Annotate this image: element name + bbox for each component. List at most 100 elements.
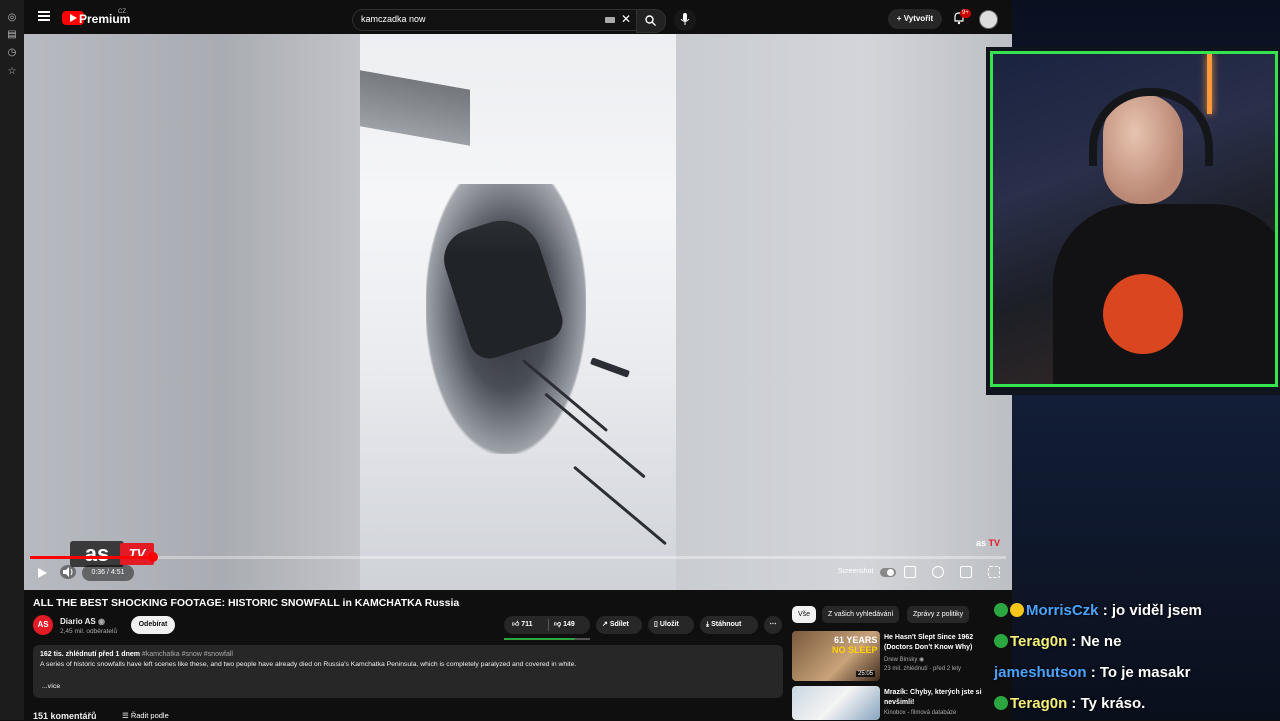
- like-dislike-group: 👍︎ 711 👎︎ 149: [504, 616, 590, 634]
- chat-text: : Ty kráso.: [1067, 695, 1146, 712]
- headset-icon: [1089, 88, 1213, 166]
- chat-text: : To je masakr: [1086, 664, 1191, 681]
- keyboard-icon[interactable]: [605, 17, 615, 23]
- save-button[interactable]: ▯ Uložit: [648, 616, 694, 634]
- download-label: Stáhnout: [711, 621, 742, 628]
- like-button[interactable]: 👍︎ 711: [512, 616, 533, 634]
- notification-count-badge: 9+: [960, 9, 971, 18]
- recommended-thumbnail[interactable]: [792, 686, 880, 720]
- channel-avatar[interactable]: AS: [33, 615, 53, 635]
- video-duration: 25:05: [856, 671, 876, 677]
- settings-gear-icon[interactable]: [932, 566, 944, 578]
- like-count: 711: [521, 621, 533, 628]
- chat-message: Terag0n : Ty kráso.: [994, 695, 1145, 712]
- search-value: kamczadka now: [361, 14, 426, 24]
- mic-icon: [680, 13, 690, 25]
- video-player[interactable]: as TV as TV 0:36 / 4:51 Screenshot: [24, 34, 1012, 590]
- chat-badge-icon: [994, 603, 1008, 617]
- more-actions-button[interactable]: ⋯: [764, 616, 782, 634]
- as-tv-watermark: as TV: [976, 538, 1000, 548]
- chat-message: jameshutson : To je masakr: [994, 664, 1190, 681]
- video-frame: [360, 34, 676, 590]
- create-button[interactable]: + Vytvořit: [888, 9, 942, 29]
- chip-from-searches[interactable]: Z vašich vyhledávání: [822, 606, 900, 623]
- account-avatar[interactable]: [979, 10, 998, 29]
- recommended-title[interactable]: He Hasn't Slept Since 1962 (Doctors Don'…: [884, 633, 984, 653]
- screenshot-toggle[interactable]: [880, 568, 896, 577]
- watermark-left: as: [976, 538, 987, 548]
- webcam-feed: [990, 51, 1278, 387]
- bookmark-icon: ▯: [654, 621, 658, 628]
- description-text: A series of historic snowfalls have left…: [40, 661, 577, 668]
- chat-username[interactable]: jameshutson: [994, 664, 1087, 681]
- time-display: 0:36 / 4:51: [82, 565, 134, 581]
- thumbs-up-icon: 👍︎: [512, 621, 520, 628]
- view-stats: 162 tis. zhlédnutí před 1 dnem: [40, 651, 140, 658]
- chat-message: MorrisCzk : jo viděl jsem: [994, 602, 1202, 619]
- video-title: ALL THE BEST SHOCKING FOOTAGE: HISTORIC …: [33, 597, 460, 609]
- channel-name-text: Diario AS: [60, 617, 96, 626]
- as-logo-text: as: [70, 541, 124, 567]
- like-ratio-bar: [504, 638, 590, 640]
- youtube-top-bar: Premium CZ kamczadka now ✕ + Vytvořit 9+: [24, 0, 1012, 36]
- snow-glow: [360, 34, 676, 590]
- browser-tabs-icon[interactable]: ▤: [6, 29, 18, 41]
- search-input[interactable]: kamczadka now ✕: [352, 9, 638, 31]
- chip-politics-news[interactable]: Zprávy z politiky: [907, 606, 970, 623]
- browser-side-rail: ◎ ▤ ◷ ☆: [0, 0, 24, 720]
- subscribe-button[interactable]: Odebírat: [131, 616, 175, 634]
- sort-comments-button[interactable]: ☰ Řadit podle: [122, 711, 169, 720]
- sort-label: Řadit podle: [130, 711, 169, 720]
- browser-favorites-icon[interactable]: ☆: [6, 66, 18, 78]
- dislike-count: 149: [563, 621, 575, 628]
- recommended-title[interactable]: Mrazík: Chyby, kterých jste si nevšimli!: [884, 688, 984, 708]
- chat-text: : jo viděl jsem: [1098, 602, 1202, 619]
- voice-search-button[interactable]: [674, 9, 696, 31]
- chat-username[interactable]: Terag0n: [1010, 633, 1067, 650]
- browser-history-icon[interactable]: ◷: [6, 47, 18, 59]
- chat-badge-icon: [1010, 603, 1024, 617]
- channel-name[interactable]: Diario AS ◉: [60, 617, 105, 626]
- channel-subscribers: 2,45 mil. odběratelů: [60, 628, 118, 635]
- recommended-channel[interactable]: Kinobox - filmová databáze: [884, 710, 956, 716]
- led-light: [1207, 54, 1212, 114]
- chat-text: : Ne ne: [1067, 633, 1122, 650]
- progress-bar[interactable]: [30, 556, 1006, 559]
- hashtags[interactable]: #kamchatka #snow #snowfall: [142, 651, 233, 658]
- menu-icon[interactable]: [38, 11, 50, 23]
- download-button[interactable]: ⤓ Stáhnout: [700, 616, 758, 634]
- thumbnail-title: 61 YEARS: [834, 635, 878, 645]
- show-more-link[interactable]: ...více: [42, 683, 60, 690]
- miniplayer-icon[interactable]: [960, 566, 972, 578]
- recommended-meta: 23 mil. zhlédnutí · před 2 lety: [884, 666, 962, 672]
- verified-icon: ◉: [919, 657, 925, 663]
- play-icon[interactable]: [36, 567, 48, 579]
- browser-home-icon[interactable]: ◎: [6, 12, 18, 24]
- screenshot-label: Screenshot: [838, 568, 874, 575]
- sort-icon: ☰: [122, 711, 129, 720]
- clear-search-icon[interactable]: ✕: [621, 12, 631, 26]
- recommended-channel-text: Drew Binsky: [884, 657, 918, 663]
- description-box[interactable]: 162 tis. zhlédnutí před 1 dnem #kamchatk…: [33, 645, 783, 698]
- share-button[interactable]: ↗ Sdílet: [596, 616, 642, 634]
- verified-icon: ◉: [97, 617, 105, 626]
- search-icon: [645, 15, 656, 26]
- progress-scrubber-handle[interactable]: [148, 552, 158, 562]
- description-stats: 162 tis. zhlédnutí před 1 dnem #kamchatk…: [40, 651, 233, 658]
- chat-badge-icon: [994, 634, 1008, 648]
- thumbnail-subtitle: NO SLEEP: [832, 645, 878, 655]
- dislike-button[interactable]: 👎︎ 149: [554, 616, 575, 634]
- volume-icon[interactable]: [60, 565, 76, 579]
- search-button[interactable]: [636, 9, 666, 33]
- chat-username[interactable]: MorrisCzk: [1026, 602, 1099, 619]
- progress-fill: [30, 556, 155, 559]
- shirt-print: [1103, 274, 1183, 354]
- recommended-channel[interactable]: Drew Binsky ◉: [884, 656, 924, 663]
- download-icon: ⤓: [706, 621, 710, 628]
- recommended-thumbnail[interactable]: 61 YEARS NO SLEEP 25:05: [792, 631, 880, 681]
- fullscreen-icon[interactable]: [988, 566, 1000, 578]
- subtitles-icon[interactable]: [904, 566, 916, 578]
- chat-message: Terag0n : Ne ne: [994, 633, 1121, 650]
- chat-username[interactable]: Terag0n: [1010, 695, 1067, 712]
- chip-all[interactable]: Vše: [792, 606, 817, 623]
